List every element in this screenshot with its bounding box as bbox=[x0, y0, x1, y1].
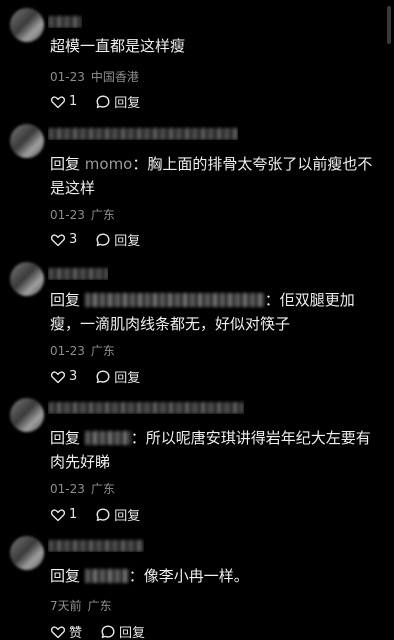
comment-meta: 01-23 广东 bbox=[50, 342, 115, 359]
reply-label: 回复 bbox=[114, 234, 141, 249]
comment-meta: 01-23 广东 bbox=[50, 480, 115, 497]
comment-actions: 赞 回复 bbox=[50, 622, 163, 640]
reply-prefix: 回复 bbox=[50, 291, 85, 309]
comment-location: 中国香港 bbox=[90, 70, 139, 84]
comment-meta: 01-23 广东 bbox=[50, 206, 115, 223]
username[interactable] bbox=[48, 400, 244, 414]
comment-actions: 3 回复 bbox=[50, 230, 158, 249]
reply-bubble-icon bbox=[96, 95, 110, 108]
heart-icon bbox=[50, 625, 66, 638]
reply-prefix: 回复 bbox=[50, 155, 85, 173]
like-count: 3 bbox=[69, 369, 78, 384]
like-button[interactable]: 3 bbox=[50, 369, 77, 385]
mention-username[interactable]: momo bbox=[85, 155, 133, 173]
username[interactable] bbox=[48, 126, 238, 140]
reply-button[interactable]: 回复 bbox=[95, 505, 140, 524]
reply-button[interactable]: 回复 bbox=[100, 622, 145, 640]
like-count: 1 bbox=[69, 94, 78, 109]
like-button[interactable]: 3 bbox=[50, 232, 77, 248]
mention-username[interactable] bbox=[84, 293, 265, 307]
like-button[interactable]: 1 bbox=[50, 94, 77, 110]
comment-location: 广东 bbox=[87, 599, 112, 613]
comment-text: 回复 ：像李小冉一样。 bbox=[50, 564, 376, 588]
mention-username[interactable] bbox=[84, 431, 131, 445]
avatar[interactable] bbox=[10, 262, 44, 296]
heart-icon bbox=[50, 370, 66, 383]
reply-button[interactable]: 回复 bbox=[95, 230, 140, 249]
username[interactable] bbox=[48, 266, 108, 280]
heart-icon bbox=[50, 95, 66, 108]
comment-meta: 7天前 广东 bbox=[50, 597, 112, 614]
comment-text: 回复 ：佢双腿更加瘦，一滴肌肉线条都无，好似对筷子 bbox=[50, 288, 376, 336]
comment-location: 广东 bbox=[90, 482, 115, 496]
comment-actions: 1 回复 bbox=[50, 92, 158, 111]
comment-location: 广东 bbox=[90, 344, 115, 358]
reply-prefix: 回复 bbox=[50, 429, 85, 447]
reply-bubble-icon bbox=[96, 233, 110, 246]
comment-date: 01-23 bbox=[50, 344, 85, 358]
reply-button[interactable]: 回复 bbox=[95, 92, 140, 111]
scrollbar[interactable] bbox=[387, 6, 391, 44]
avatar[interactable] bbox=[10, 8, 44, 42]
reply-button[interactable]: 回复 bbox=[95, 367, 140, 386]
reply-label: 回复 bbox=[119, 626, 146, 640]
reply-label: 回复 bbox=[114, 509, 141, 524]
reply-label: 回复 bbox=[114, 371, 141, 386]
reply-bubble-icon bbox=[101, 625, 115, 638]
comment-text: 超模一直都是这样瘦 bbox=[50, 34, 376, 58]
reply-prefix: 回复 bbox=[50, 567, 85, 585]
comment-date: 01-23 bbox=[50, 70, 85, 84]
avatar[interactable] bbox=[10, 536, 44, 570]
reply-bubble-icon bbox=[96, 370, 110, 383]
comment-date: 01-23 bbox=[50, 208, 85, 222]
comment-content: ：像李小冉一样。 bbox=[128, 567, 249, 585]
like-count: 赞 bbox=[69, 626, 83, 640]
like-button[interactable]: 1 bbox=[50, 507, 77, 523]
comment-content: 超模一直都是这样瘦 bbox=[50, 37, 186, 55]
reply-bubble-icon bbox=[96, 508, 110, 521]
avatar[interactable] bbox=[10, 398, 44, 432]
reply-label: 回复 bbox=[114, 96, 141, 111]
like-button[interactable]: 赞 bbox=[50, 622, 82, 640]
comment-meta: 01-23 中国香港 bbox=[50, 68, 139, 85]
comment-text: 回复 ：所以呢唐安琪讲得岩年纪大左要有肉先好睇 bbox=[50, 426, 376, 474]
comment-date: 7天前 bbox=[50, 599, 82, 613]
avatar[interactable] bbox=[10, 124, 44, 158]
comment-date: 01-23 bbox=[50, 482, 85, 496]
like-count: 1 bbox=[69, 507, 78, 522]
username[interactable] bbox=[48, 538, 144, 552]
heart-icon bbox=[50, 508, 66, 521]
mention-username[interactable] bbox=[84, 569, 129, 583]
comment-location: 广东 bbox=[90, 208, 115, 222]
username[interactable] bbox=[48, 14, 82, 28]
comment-actions: 1 回复 bbox=[50, 505, 158, 524]
comment-actions: 3 回复 bbox=[50, 367, 158, 386]
heart-icon bbox=[50, 233, 66, 246]
like-count: 3 bbox=[69, 232, 78, 247]
comment-text: 回复 momo：胸上面的排骨太夸张了以前瘦也不是这样 bbox=[50, 152, 376, 200]
